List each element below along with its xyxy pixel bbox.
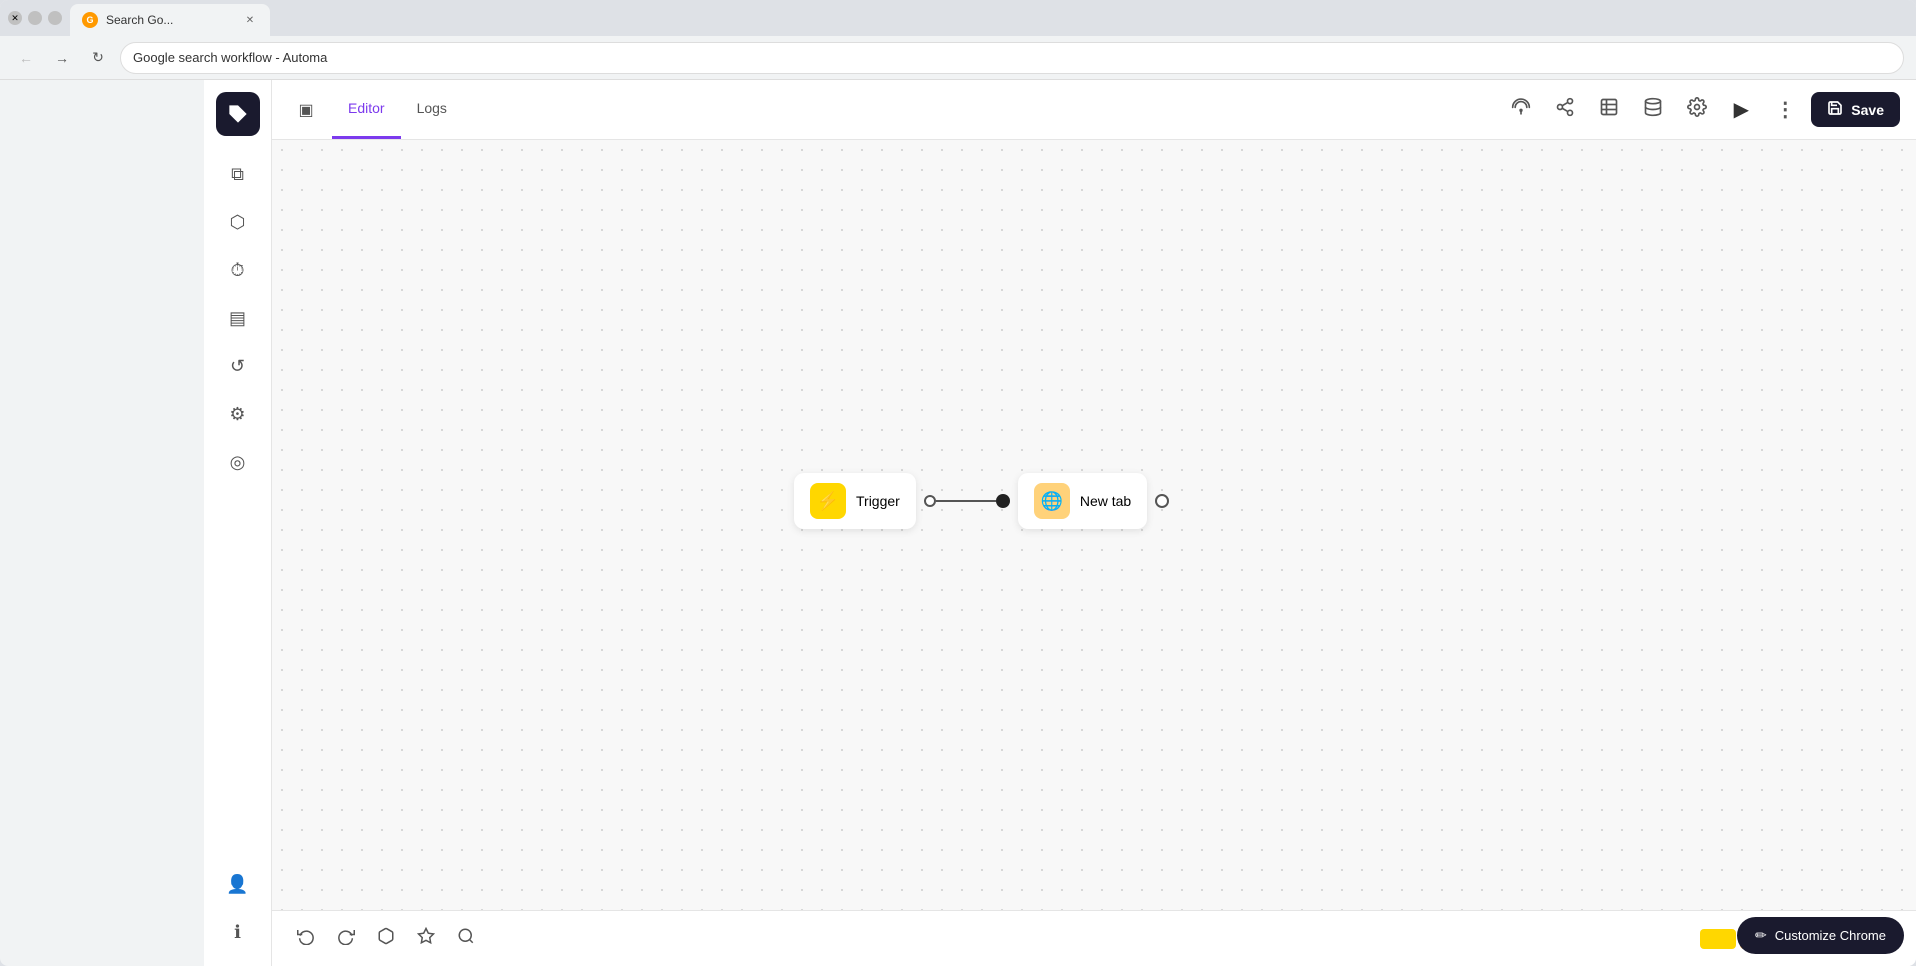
save-label: Save xyxy=(1851,102,1884,118)
sidebar-item-settings[interactable]: ⚙ xyxy=(216,392,260,436)
minimap-block-1 xyxy=(1700,929,1736,949)
undo-history-icon: ↺ xyxy=(230,356,245,377)
sidebar-item-notes[interactable]: ▤ xyxy=(216,296,260,340)
search-canvas-button[interactable] xyxy=(448,921,484,957)
close-button[interactable]: ✕ xyxy=(8,11,22,25)
back-button[interactable]: ← xyxy=(12,44,40,72)
undo-icon xyxy=(297,927,315,950)
app-header: ▣ Editor Logs xyxy=(272,80,1916,140)
sidebar: ⧉ ⬡ ⏱ ▤ ↺ ⚙ ◎ 👤 ℹ xyxy=(204,80,272,966)
nodes-row: ⚡ Trigger 🌐 New tab xyxy=(794,473,1169,529)
header-tabs: Editor Logs xyxy=(332,80,463,139)
sidebar-item-profile[interactable]: 👤 xyxy=(216,862,260,906)
trigger-node-icon: ⚡ xyxy=(810,483,846,519)
active-tab[interactable]: G Search Go... ✕ xyxy=(70,4,270,36)
more-icon: ⋮ xyxy=(1775,97,1795,122)
tab-favicon: G xyxy=(82,12,98,28)
notes-icon: ▤ xyxy=(229,308,246,329)
address-bar[interactable]: Google search workflow - Automa xyxy=(120,42,1904,74)
search-canvas-icon xyxy=(457,927,475,950)
tab-title: Search Go... xyxy=(106,13,234,27)
bottom-toolbar: − + xyxy=(272,910,1916,966)
new-tab-node-label: New tab xyxy=(1080,493,1131,509)
sidebar-item-blocks[interactable]: ⬡ xyxy=(216,200,260,244)
sidebar-item-info[interactable]: ℹ xyxy=(216,910,260,954)
sidebar-item-location[interactable]: ◎ xyxy=(216,440,260,484)
workflow-icon: ⧉ xyxy=(231,164,244,185)
minimize-button[interactable] xyxy=(28,11,42,25)
customize-chrome-label: Customize Chrome xyxy=(1775,928,1886,943)
info-icon: ℹ xyxy=(234,922,241,943)
blocks2-icon xyxy=(377,927,395,950)
profile-icon: 👤 xyxy=(226,874,248,895)
app-logo[interactable] xyxy=(216,92,260,136)
undo-button[interactable] xyxy=(288,921,324,957)
share-icon xyxy=(1555,97,1575,122)
editor-canvas[interactable]: ⚡ Trigger 🌐 New tab xyxy=(272,140,1916,966)
location-icon: ◎ xyxy=(230,452,246,473)
connection-line xyxy=(924,494,1010,508)
header-actions: ▶ ⋮ Save xyxy=(1503,92,1900,128)
ai-sparkle-icon xyxy=(417,927,435,950)
settings2-icon xyxy=(1687,97,1707,122)
new-tab-node-icon: 🌐 xyxy=(1034,483,1070,519)
save-button[interactable]: Save xyxy=(1811,92,1900,127)
share-button[interactable] xyxy=(1547,92,1583,128)
browser-toolbar: ← → ↻ Google search workflow - Automa xyxy=(0,36,1916,80)
customize-chrome-icon: ✏ xyxy=(1755,927,1767,944)
tab-bar: G Search Go... ✕ xyxy=(70,0,1908,36)
database-icon xyxy=(1643,97,1663,122)
table-button[interactable] xyxy=(1591,92,1627,128)
redo-icon xyxy=(337,927,355,950)
more-button[interactable]: ⋮ xyxy=(1767,92,1803,128)
tab-editor-label: Editor xyxy=(348,100,385,116)
new-tab-node[interactable]: 🌐 New tab xyxy=(1018,473,1147,529)
run-button[interactable]: ▶ xyxy=(1723,92,1759,128)
connection-line-body xyxy=(936,500,996,502)
sidebar-toggle-icon: ▣ xyxy=(298,100,313,120)
forward-button[interactable]: → xyxy=(48,44,76,72)
trigger-node-label: Trigger xyxy=(856,493,900,509)
window-controls: ✕ xyxy=(8,11,62,25)
address-bar-text: Google search workflow - Automa xyxy=(133,50,1891,65)
ai-sparkle-button[interactable] xyxy=(408,921,444,957)
sidebar-toggle-button[interactable]: ▣ xyxy=(288,92,324,128)
save-icon xyxy=(1827,100,1843,119)
customize-chrome-button[interactable]: ✏ Customize Chrome xyxy=(1737,917,1904,954)
output-connection-circle xyxy=(1155,494,1169,508)
broadcast-button[interactable] xyxy=(1503,92,1539,128)
blocks2-button[interactable] xyxy=(368,921,404,957)
tab-logs[interactable]: Logs xyxy=(401,80,463,139)
browser-titlebar: ✕ G Search Go... ✕ xyxy=(0,0,1916,36)
trigger-node[interactable]: ⚡ Trigger xyxy=(794,473,916,529)
sidebar-item-history[interactable]: ⏱ xyxy=(216,248,260,292)
table-icon xyxy=(1599,97,1619,122)
connection-end-circle xyxy=(996,494,1010,508)
sidebar-item-workflow[interactable]: ⧉ xyxy=(216,152,260,196)
reload-button[interactable]: ↻ xyxy=(84,44,112,72)
maximize-button[interactable] xyxy=(48,11,62,25)
run-icon: ▶ xyxy=(1734,97,1749,122)
database-button[interactable] xyxy=(1635,92,1671,128)
history-icon: ⏱ xyxy=(230,260,244,281)
trigger-lightning-icon: ⚡ xyxy=(817,491,839,512)
workflow-area: ⚡ Trigger 🌐 New tab xyxy=(794,473,1169,529)
sidebar-item-undo-history[interactable]: ↺ xyxy=(216,344,260,388)
connection-start-circle xyxy=(924,495,936,507)
new-tab-globe-icon: 🌐 xyxy=(1041,491,1063,512)
logo-icon xyxy=(225,101,251,127)
browser-frame: ✕ G Search Go... ✕ ← → ↻ Google search w… xyxy=(0,0,1916,966)
tab-logs-label: Logs xyxy=(417,100,447,116)
broadcast-icon xyxy=(1511,97,1531,122)
tab-editor[interactable]: Editor xyxy=(332,80,401,139)
blocks-icon: ⬡ xyxy=(230,212,246,233)
settings2-button[interactable] xyxy=(1679,92,1715,128)
tab-close-icon[interactable]: ✕ xyxy=(242,12,258,28)
redo-button[interactable] xyxy=(328,921,364,957)
settings-icon: ⚙ xyxy=(229,404,245,425)
